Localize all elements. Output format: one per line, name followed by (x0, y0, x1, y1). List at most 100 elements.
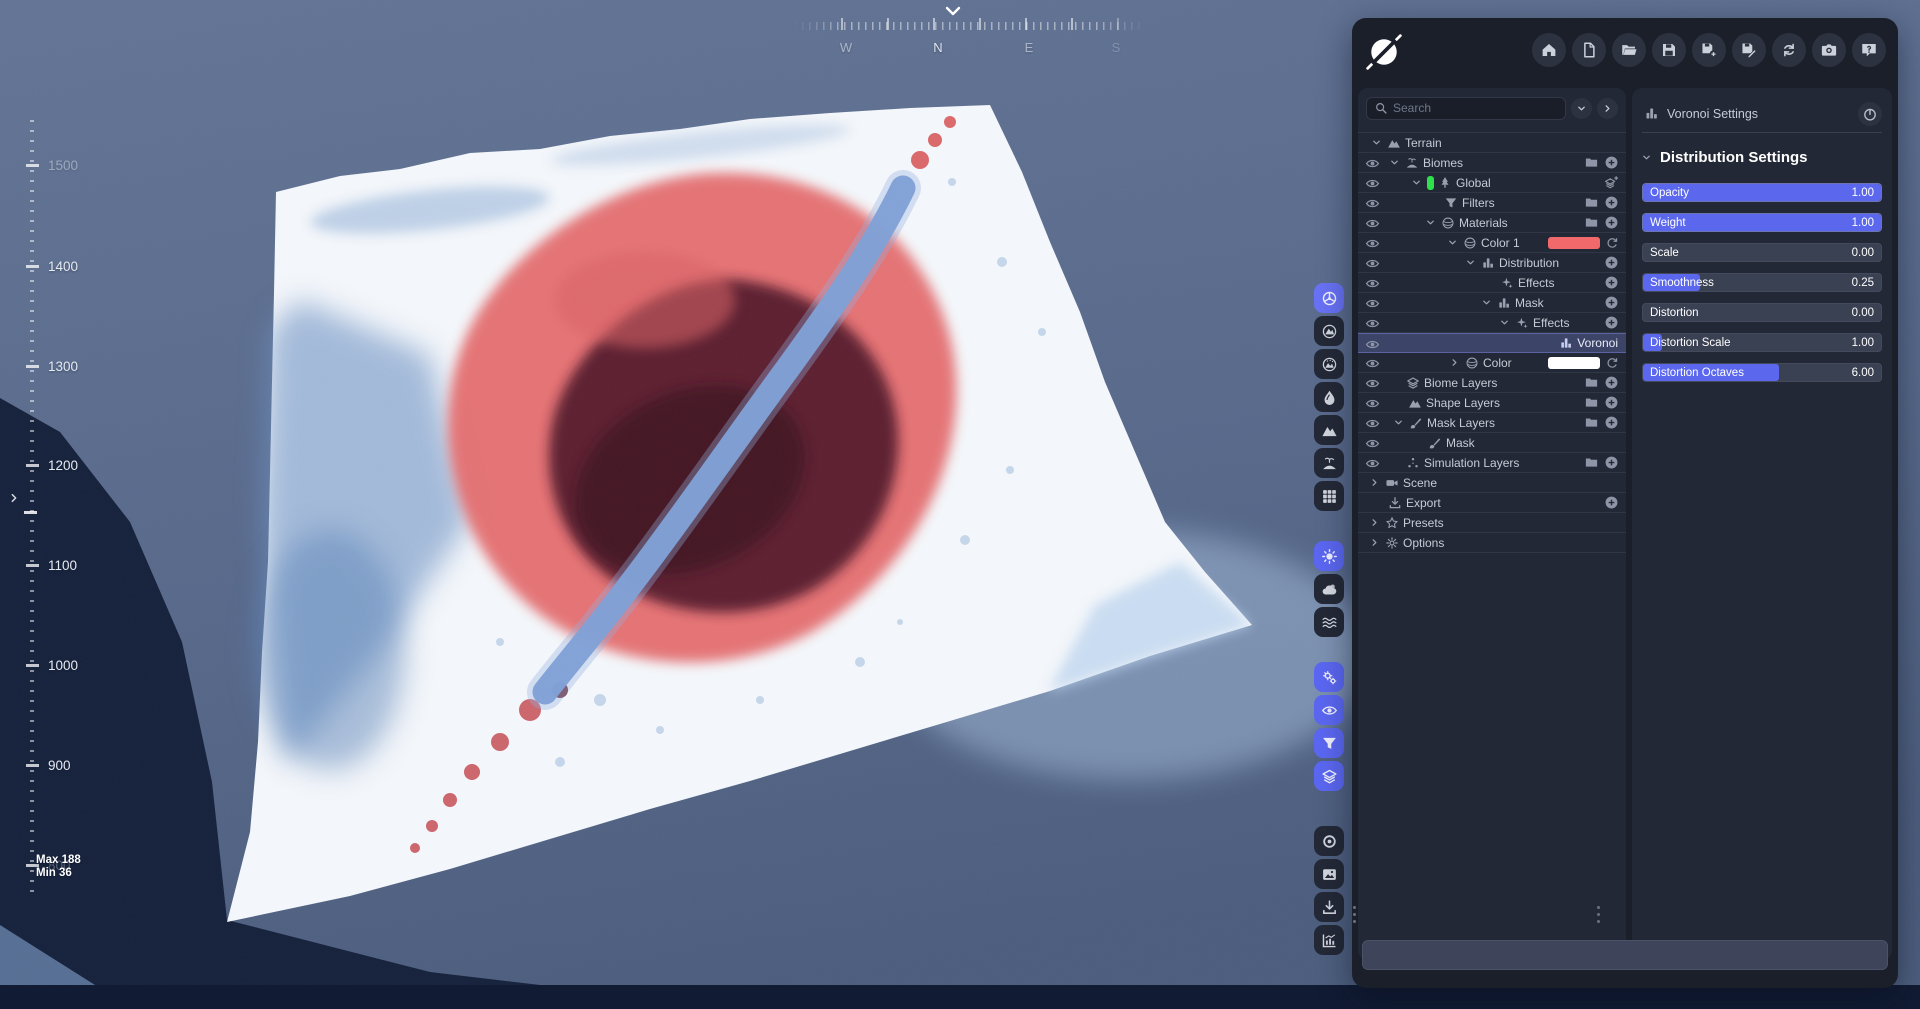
tree-row-color[interactable]: Color (1358, 353, 1626, 373)
add-icon[interactable] (1604, 415, 1619, 430)
section-distribution-settings[interactable]: Distribution Settings (1632, 133, 1892, 166)
chevron-down-icon[interactable] (1370, 136, 1383, 149)
save-button[interactable] (1652, 33, 1686, 67)
chevron-down-icon[interactable] (1464, 256, 1477, 269)
slider-smoothness[interactable]: Smoothness 0.25 (1642, 273, 1882, 292)
chevron-down-icon[interactable] (1388, 156, 1401, 169)
eye-icon[interactable] (1365, 216, 1380, 231)
add-icon[interactable] (1604, 375, 1619, 390)
folder-icon[interactable] (1584, 155, 1599, 170)
refresh-icon[interactable] (1605, 236, 1619, 250)
save-as-button[interactable] (1692, 33, 1726, 67)
add-icon[interactable] (1604, 155, 1619, 170)
panel-expand-chevron-icon[interactable] (6, 490, 22, 506)
eye-icon[interactable] (1365, 456, 1380, 471)
eye-icon[interactable] (1365, 256, 1380, 271)
slider-distortion-octaves[interactable]: Distortion Octaves 6.00 (1642, 363, 1882, 382)
tree-row-effects[interactable]: Effects (1358, 273, 1626, 293)
tree-row-filters[interactable]: Filters (1358, 193, 1626, 213)
chevron-down-icon[interactable] (1480, 296, 1493, 309)
panel-resize-handle[interactable] (1352, 906, 1356, 932)
folder-icon[interactable] (1584, 195, 1599, 210)
biome-button[interactable] (1314, 448, 1344, 478)
eye-icon[interactable] (1365, 196, 1380, 211)
slider-distortion-scale[interactable]: Distortion Scale 1.00 (1642, 333, 1882, 352)
eye-icon[interactable] (1365, 376, 1380, 391)
download-button[interactable] (1314, 892, 1344, 922)
statistics-button[interactable] (1314, 925, 1344, 955)
tree-row-export[interactable]: Export (1358, 493, 1626, 513)
eye-icon[interactable] (1365, 296, 1380, 311)
toggle-node-button[interactable] (1858, 101, 1882, 126)
grid-button[interactable] (1314, 481, 1344, 511)
erosion-button[interactable] (1314, 382, 1344, 412)
layers-add-icon[interactable] (1604, 175, 1619, 190)
reload-button[interactable] (1772, 33, 1806, 67)
auto-settings-button[interactable] (1314, 662, 1344, 692)
slider-opacity[interactable]: Opacity 1.00 (1642, 183, 1882, 202)
slider-weight[interactable]: Weight 1.00 (1642, 213, 1882, 232)
cloud-button[interactable] (1314, 574, 1344, 604)
tree-row-simulation-layers[interactable]: Simulation Layers (1358, 453, 1626, 473)
visibility-button[interactable] (1314, 695, 1344, 725)
folder-icon[interactable] (1584, 395, 1599, 410)
eye-icon[interactable] (1365, 316, 1380, 331)
chevron-right-icon[interactable] (1368, 536, 1381, 549)
new-file-button[interactable] (1572, 33, 1606, 67)
folder-icon[interactable] (1584, 455, 1599, 470)
mountain-weather-button[interactable] (1314, 349, 1344, 379)
screenshot-button[interactable] (1812, 33, 1846, 67)
refresh-icon[interactable] (1605, 356, 1619, 370)
slider-distortion[interactable]: Distortion 0.00 (1642, 303, 1882, 322)
mountain-view-button[interactable] (1314, 316, 1344, 346)
tree-row-shape-layers[interactable]: Shape Layers (1358, 393, 1626, 413)
eye-icon[interactable] (1365, 156, 1380, 171)
add-icon[interactable] (1604, 215, 1619, 230)
tree-row-distribution[interactable]: Distribution (1358, 253, 1626, 273)
shape-button[interactable] (1314, 415, 1344, 445)
chevron-right-icon[interactable] (1448, 356, 1461, 369)
layers-button[interactable] (1314, 761, 1344, 791)
water-button[interactable] (1314, 607, 1344, 637)
record-button[interactable] (1314, 826, 1344, 856)
tree-row-presets[interactable]: Presets (1358, 513, 1626, 533)
tree-row-biome-layers[interactable]: Biome Layers (1358, 373, 1626, 393)
add-icon[interactable] (1604, 455, 1619, 470)
add-icon[interactable] (1604, 275, 1619, 290)
eye-icon[interactable] (1365, 276, 1380, 291)
add-icon[interactable] (1604, 495, 1619, 510)
chevron-down-icon[interactable] (1392, 416, 1405, 429)
sun-button[interactable] (1314, 541, 1344, 571)
color-swatch[interactable] (1548, 356, 1600, 369)
tree-row-mask-2[interactable]: Mask (1358, 433, 1626, 453)
tree-row-effects-2[interactable]: Effects (1358, 313, 1626, 333)
tree-row-biomes[interactable]: Biomes (1358, 153, 1626, 173)
eye-icon[interactable] (1365, 396, 1380, 411)
tree-row-mask-layers[interactable]: Mask Layers (1358, 413, 1626, 433)
panel-resize-handle[interactable] (1596, 906, 1600, 932)
open-project-button[interactable] (1612, 33, 1646, 67)
color-swatch[interactable] (1548, 236, 1600, 249)
chevron-down-icon[interactable] (1498, 316, 1511, 329)
tree-row-terrain[interactable]: Terrain (1358, 133, 1626, 153)
filter-button[interactable] (1314, 728, 1344, 758)
compass-bar[interactable]: W N E S (795, 6, 1145, 64)
save-edit-button[interactable] (1732, 33, 1766, 67)
add-icon[interactable] (1604, 315, 1619, 330)
tree-row-global[interactable]: Global (1358, 173, 1626, 193)
tree-row-mask[interactable]: Mask (1358, 293, 1626, 313)
eye-icon[interactable] (1365, 416, 1380, 431)
terrain-wheel-button[interactable] (1314, 283, 1344, 313)
add-icon[interactable] (1604, 395, 1619, 410)
app-logo[interactable] (1364, 32, 1404, 72)
tree-row-color-1[interactable]: Color 1 (1358, 233, 1626, 253)
search-input[interactable] (1366, 96, 1566, 120)
chevron-down-icon[interactable] (1446, 236, 1459, 249)
add-icon[interactable] (1604, 295, 1619, 310)
folder-icon[interactable] (1584, 215, 1599, 230)
eye-icon[interactable] (1365, 176, 1380, 191)
add-icon[interactable] (1604, 255, 1619, 270)
chevron-right-icon[interactable] (1368, 476, 1381, 489)
help-button[interactable] (1852, 33, 1886, 67)
tree-row-voronoi[interactable]: Voronoi (1358, 333, 1626, 353)
